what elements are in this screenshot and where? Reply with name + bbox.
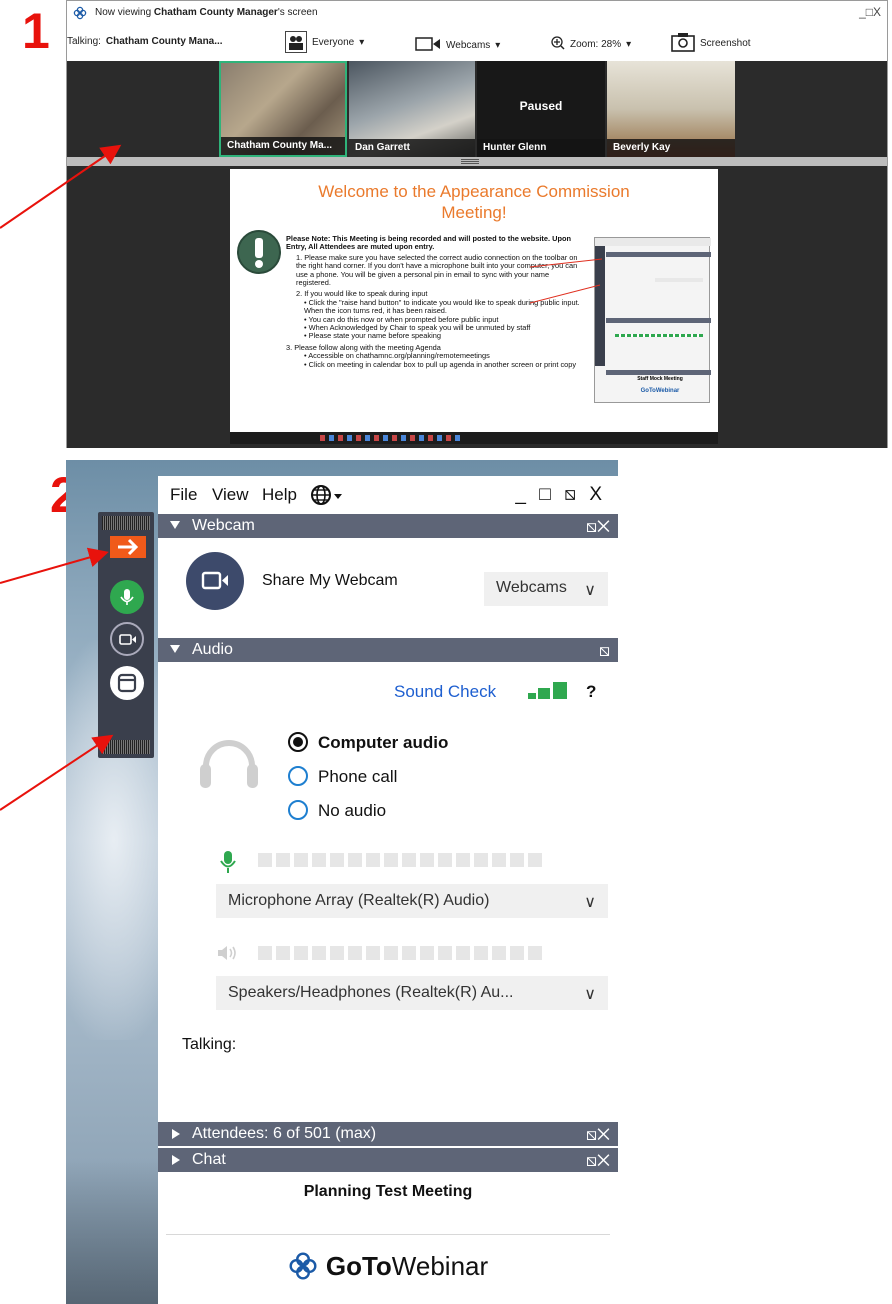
screenshot-button[interactable]: Screenshot [671,32,751,55]
meeting-title: Planning Test Meeting [303,1183,473,1200]
popout-close-icon[interactable]: ⧅✕ [586,1151,610,1171]
popout-icon[interactable]: ⧅ [599,641,610,661]
slide-title: Welcome to the Appearance Commission Mee… [318,182,630,222]
webcam-icon [119,634,136,645]
audio-section-header[interactable]: Audio ⧅ [158,638,618,662]
slide-pointer-lines [530,258,603,304]
viewer-title-bar: Now viewing Chatham County Manager's scr… [67,1,887,25]
gotowebinar-brand: GoToWebinar [158,1244,618,1288]
viewer-toolbar: Talking: Chatham County Mana... Everyone ▾… [67,25,887,61]
zoom-dropdown[interactable]: Zoom: 28% ▾ [551,36,631,53]
sound-check-link[interactable]: Sound Check [394,682,496,702]
talking-indicator: Talking: Chatham County Mana... [67,36,223,47]
talking-label: Talking: [182,1036,237,1053]
webcam-tile-name: Dan Garrett [349,139,475,157]
globe-icon [311,485,342,505]
speaker-icon [218,946,236,960]
webcam-tile[interactable]: Beverly Kay [607,61,735,157]
microphone-select[interactable]: Microphone Array (Realtek(R) Audio) ∨ [216,884,608,918]
camera-icon [671,32,695,55]
phone-call-label: Phone call [318,767,398,786]
signal-level-icon [528,682,567,699]
viewer-title: Now viewing Chatham County Manager's scr… [95,7,318,18]
webcam-tile[interactable]: Paused Hunter Glenn [477,61,605,157]
webcam-section-header[interactable]: Webcam ⧅✕ [158,514,618,538]
webcam-tile[interactable]: Chatham County Ma... [219,61,347,157]
microphone-level-meter [258,853,542,867]
microphone-icon [220,851,236,873]
no-audio-radio[interactable] [288,800,308,820]
chevron-down-icon: ∨ [584,894,596,911]
menu-view[interactable]: View [212,485,249,505]
speakers-select[interactable]: Speakers/Headphones (Realtek(R) Au... ∨ [216,976,608,1010]
grab-tab-grip-top[interactable] [102,516,150,530]
attendees-section-header[interactable]: Attendees: 6 of 501 (max) ⧅✕ [158,1122,618,1146]
microphone-button[interactable] [110,580,144,614]
footer-divider [166,1234,610,1235]
webcam-paused-label: Paused [519,99,563,113]
language-dropdown[interactable] [310,484,346,511]
webcam-tile[interactable]: Dan Garrett [349,61,475,157]
webcam-icon [415,36,441,55]
webcams-dropdown[interactable]: Webcams ▾ [415,36,500,55]
panel-window-controls[interactable]: _ □ ⧅ X [515,484,606,506]
webcam-tile-name: Hunter Glenn [477,139,605,157]
gotowebinar-logo-icon [289,1252,317,1280]
popout-close-icon[interactable]: ⧅✕ [586,1125,610,1145]
zoom-icon [551,36,565,53]
window-icon [117,673,137,693]
webcam-icon [201,571,228,590]
speaker-level-meter [258,946,542,960]
webcam-tile-name: Beverly Kay [607,139,735,157]
popout-close-icon[interactable]: ⧅✕ [586,517,610,537]
audience-icon [285,31,307,53]
shared-screen-stage: Chatham County Ma... Dan Garrett Paused … [67,61,887,448]
viewer-window-controls[interactable]: _□X [859,5,881,19]
expand-triangle-icon [172,1155,180,1165]
expand-triangle-icon [172,1129,180,1139]
shared-taskbar [230,432,718,444]
gotowebinar-control-panel: File View Help _ □ ⧅ X Webcam ⧅✕ Share M… [158,476,618,1304]
step-number-1: 1 [22,3,50,59]
menu-help[interactable]: Help [262,485,297,505]
exclamation-icon [237,230,281,274]
share-webcam-button[interactable] [186,552,244,610]
arrow-right-icon [118,538,139,556]
collapse-triangle-icon [170,645,180,653]
audio-help-icon[interactable]: ? [586,682,596,702]
panel-resize-divider[interactable] [67,157,887,166]
collapse-triangle-icon [170,521,180,529]
computer-audio-label: Computer audio [318,733,449,752]
computer-audio-radio[interactable] [288,732,308,752]
share-webcam-label: Share My Webcam [262,572,398,589]
audience-dropdown[interactable]: Everyone ▾ [285,31,364,53]
no-audio-label: No audio [318,801,387,820]
grab-tab-grip-bottom[interactable] [102,740,150,754]
gotowebinar-logo-icon [73,6,87,20]
chevron-down-icon: ∨ [584,986,596,1003]
webcam-tile-name: Chatham County Ma... [221,137,345,155]
microphone-icon [120,589,134,605]
chat-section-header[interactable]: Chat ⧅✕ [158,1148,618,1172]
menu-file[interactable]: File [170,485,197,505]
phone-call-radio[interactable] [288,766,308,786]
webcam-button[interactable] [110,622,144,656]
headset-icon [200,740,258,788]
handouts-button[interactable] [110,666,144,700]
webcams-select[interactable]: Webcams ∨ [484,572,608,606]
grab-tab [98,512,154,758]
expand-collapse-button[interactable] [110,536,146,558]
presentation-slide: Welcome to the Appearance Commission Mee… [230,169,718,441]
slide-panel-thumbnail: Staff Mock Meeting GoToWebinar [594,237,711,403]
menu-bar: File View Help _ □ ⧅ X [158,476,618,514]
screen-viewer-window: Now viewing Chatham County Manager's scr… [66,0,888,448]
control-panel-screenshot: File View Help _ □ ⧅ X Webcam ⧅✕ Share M… [66,460,618,1304]
chevron-down-icon: ∨ [584,582,596,599]
